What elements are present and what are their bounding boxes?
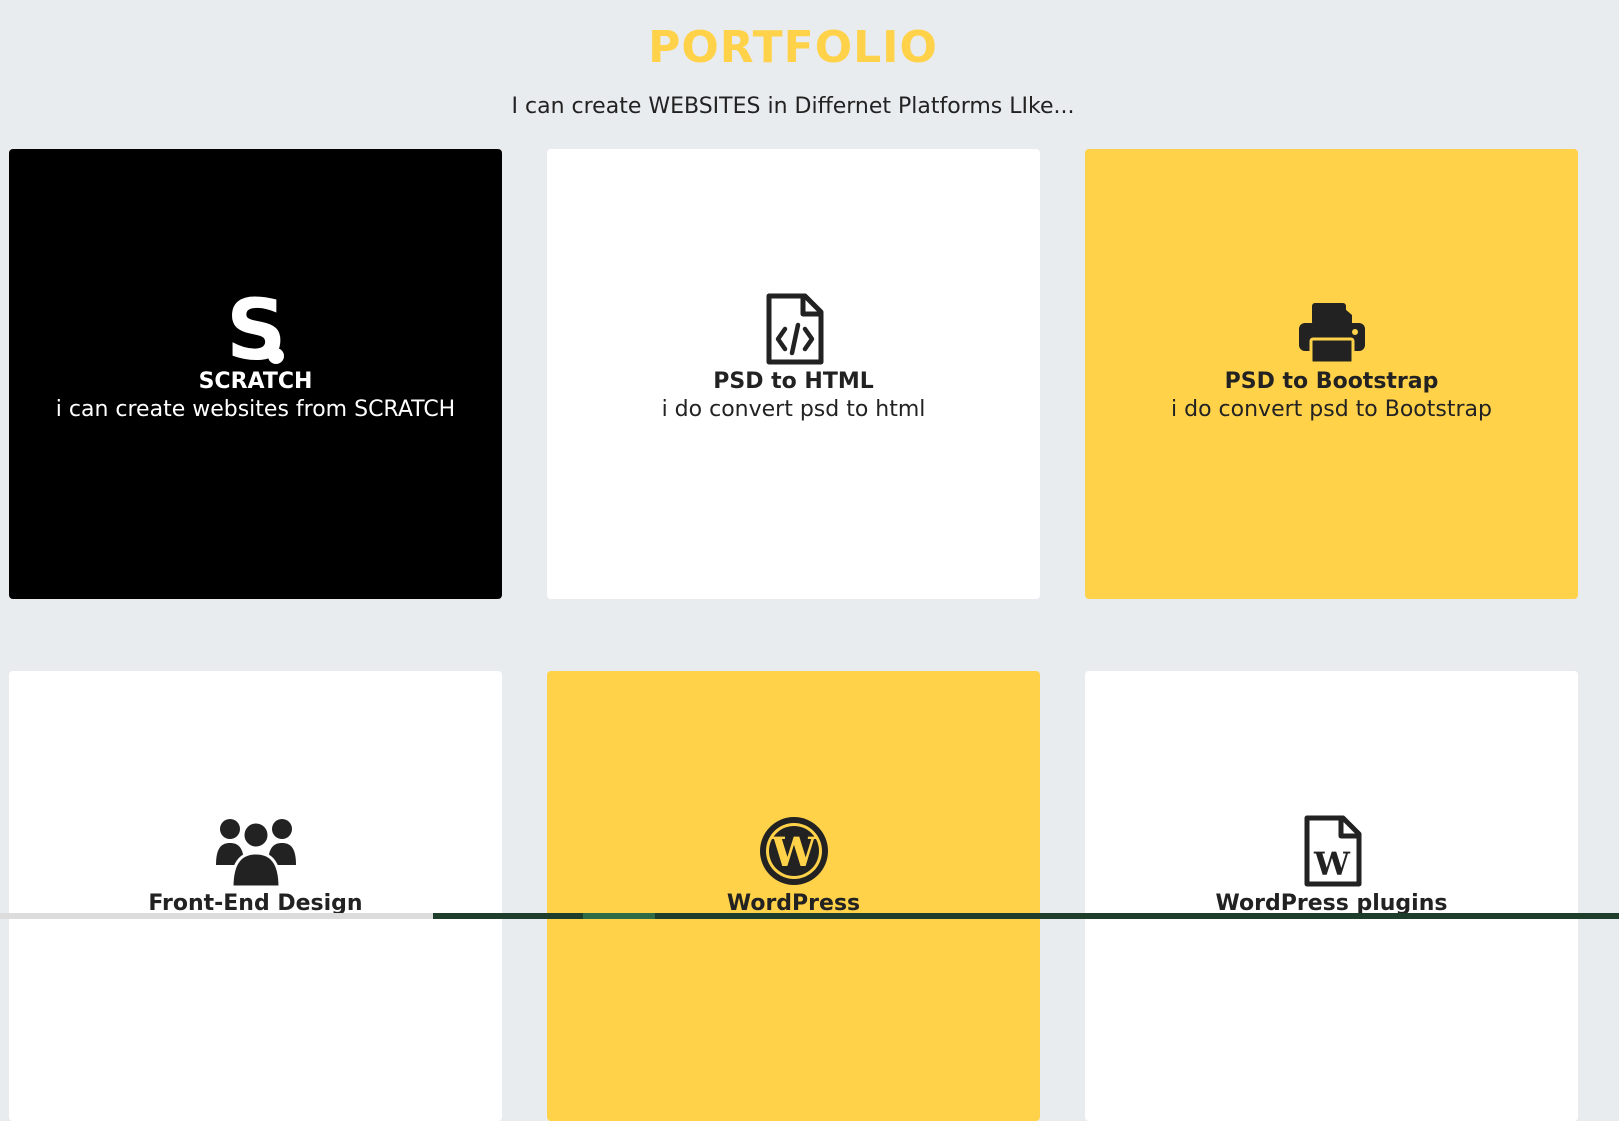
svg-text:W: W: [1313, 845, 1351, 883]
portfolio-card-psd-to-html[interactable]: PSD to HTML i do convert psd to html: [547, 149, 1040, 599]
users-group-icon: [215, 811, 296, 887]
portfolio-card-wordpress[interactable]: W WordPress: [547, 671, 1040, 1121]
scratch-s-logo-icon: S: [226, 289, 286, 365]
taskbar-strip: [0, 913, 1619, 919]
taskbar-active-segment: [583, 913, 655, 919]
card-title: PSD to Bootstrap: [1224, 369, 1439, 394]
portfolio-card-scratch[interactable]: S SCRATCH i can create websites from SCR…: [9, 149, 502, 599]
card-description: i can create websites from SCRATCH: [55, 397, 456, 422]
card-title: PSD to HTML: [713, 369, 874, 394]
printer-icon: [1297, 289, 1367, 365]
taskbar-segment: [0, 913, 433, 919]
code-file-icon: [763, 289, 825, 365]
portfolio-card-psd-to-bootstrap[interactable]: PSD to Bootstrap i do convert psd to Boo…: [1085, 149, 1578, 599]
portfolio-card-front-end-design[interactable]: Front-End Design: [9, 671, 502, 1121]
wordpress-icon: W: [758, 811, 830, 887]
svg-text:W: W: [770, 829, 817, 876]
card-title: SCRATCH: [198, 369, 313, 394]
portfolio-card-wordpress-plugins[interactable]: W WordPress plugins: [1085, 671, 1578, 1121]
word-file-icon: W: [1301, 811, 1363, 887]
card-description: i do convert psd to html: [661, 397, 926, 422]
page-subtitle: I can create WEBSITES in Differnet Platf…: [511, 94, 1075, 119]
card-description: i do convert psd to Bootstrap: [1171, 397, 1492, 422]
page-title: PORTFOLIO: [648, 22, 938, 73]
